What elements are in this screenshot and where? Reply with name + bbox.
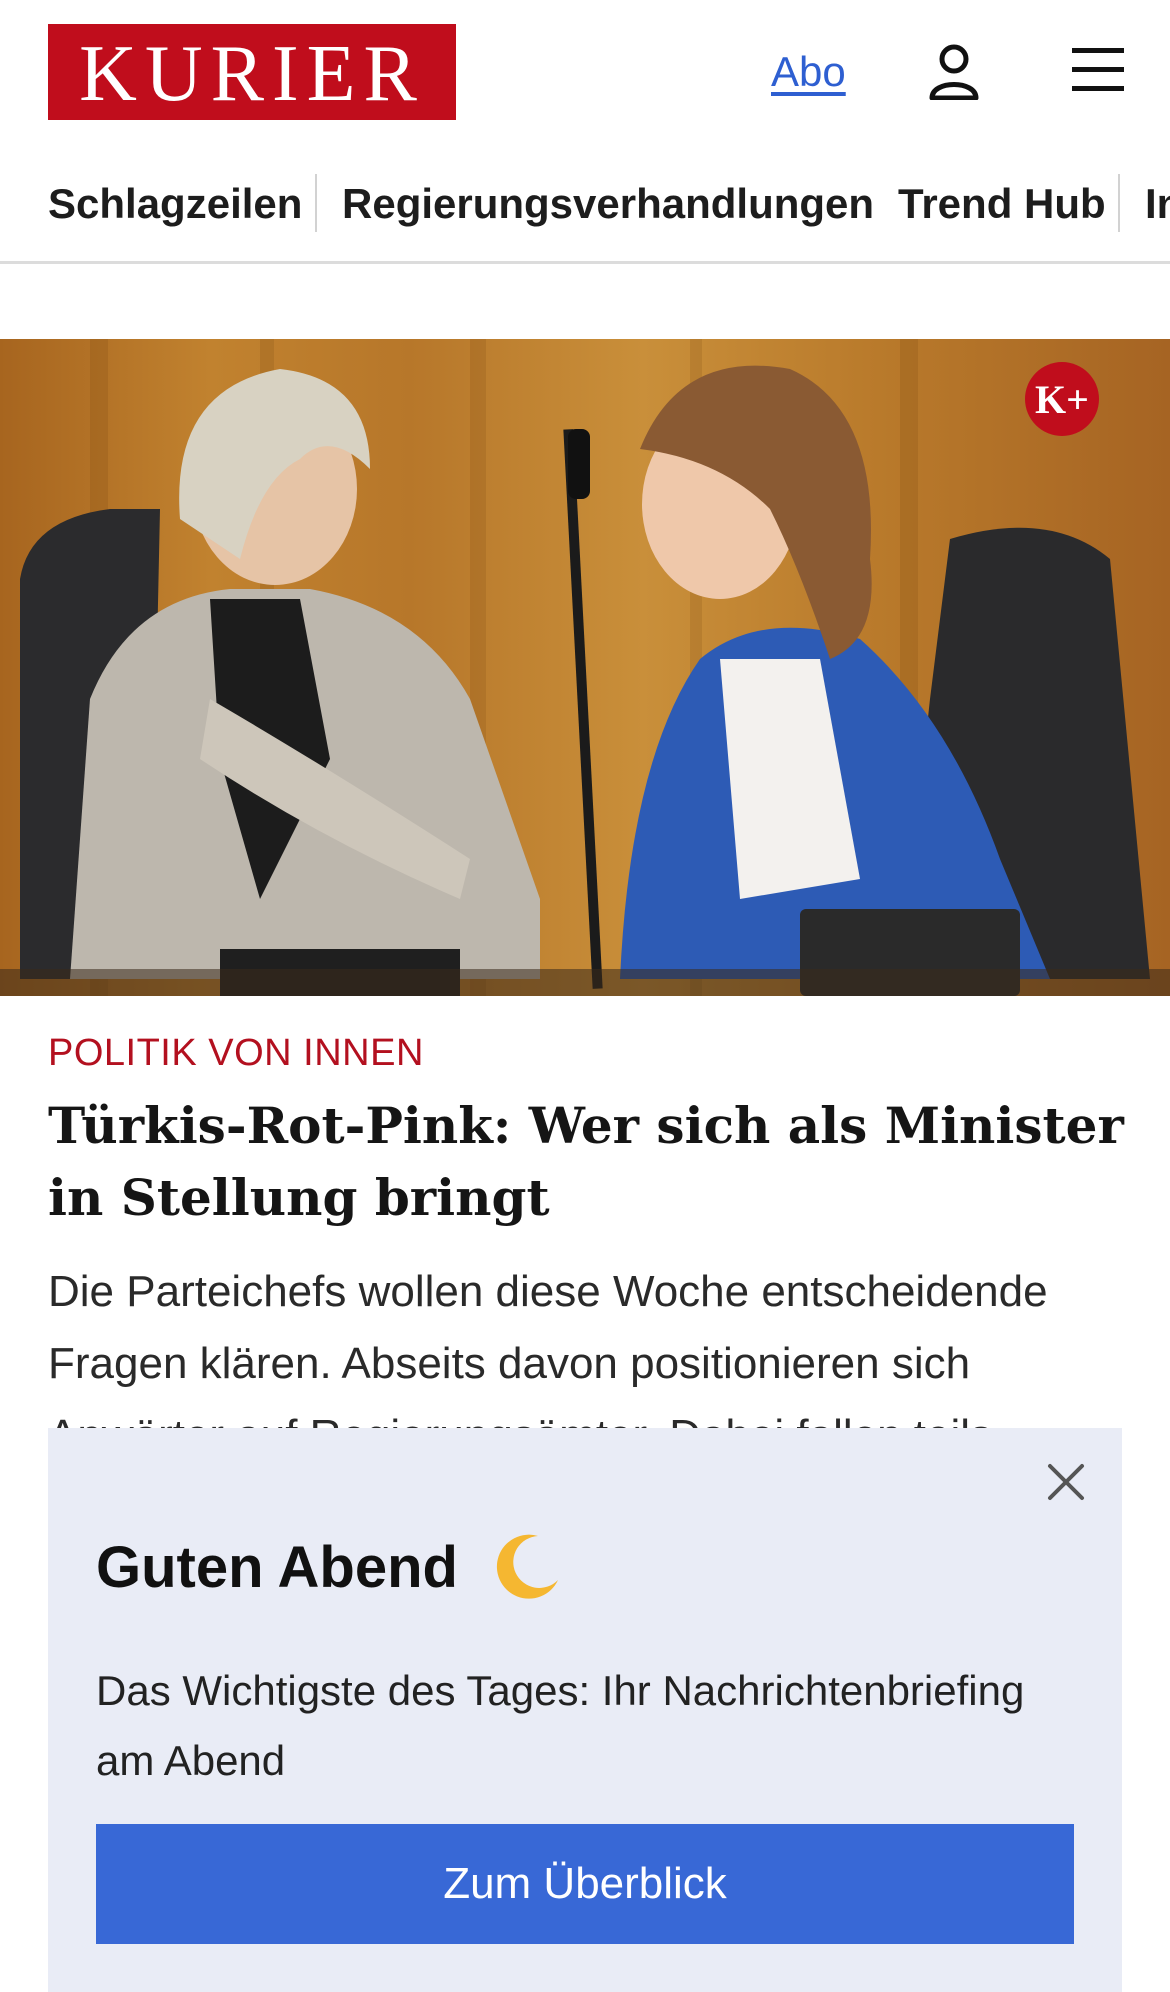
nav-separator <box>315 174 317 232</box>
premium-badge: K+ <box>1025 362 1099 436</box>
nav-item-schlagzeilen[interactable]: Schlagzeilen <box>48 172 302 236</box>
site-header: KURIER Abo <box>0 0 1170 145</box>
nav-item-regierungsverhandlungen[interactable]: Regierungsverhandlungen <box>342 172 874 236</box>
abo-link[interactable]: Abo <box>771 48 846 96</box>
nav-divider <box>0 261 1170 264</box>
user-icon[interactable] <box>928 44 980 100</box>
overview-button[interactable]: Zum Überblick <box>96 1824 1074 1944</box>
popup-greeting: Guten Abend <box>96 1534 562 1606</box>
kurier-logo[interactable]: KURIER <box>48 24 456 120</box>
popup-description: Das Wichtigste des Tages: Ihr Nachrichte… <box>96 1667 1025 1784</box>
popup-greeting-text: Guten Abend <box>96 1535 458 1600</box>
hamburger-menu-icon[interactable] <box>1072 46 1124 94</box>
nav-item-trend-hub[interactable]: Trend Hub <box>898 172 1106 236</box>
article-headline[interactable]: Türkis-Rot-Pink: Wer sich als Minister i… <box>48 1090 1128 1234</box>
article-kicker[interactable]: POLITIK VON INNEN <box>48 1032 424 1075</box>
crescent-moon-icon <box>496 1534 559 1599</box>
close-icon[interactable] <box>1044 1460 1088 1504</box>
hero-photo-illustration <box>0 365 1170 996</box>
article-hero-image[interactable]: K+ <box>0 339 1170 996</box>
nav-separator <box>1118 174 1120 232</box>
nav-item-cutoff[interactable]: In <box>1145 172 1170 236</box>
section-nav: Schlagzeilen Regierungsverhandlungen Tre… <box>0 172 1170 264</box>
logo-text: KURIER <box>79 30 425 118</box>
